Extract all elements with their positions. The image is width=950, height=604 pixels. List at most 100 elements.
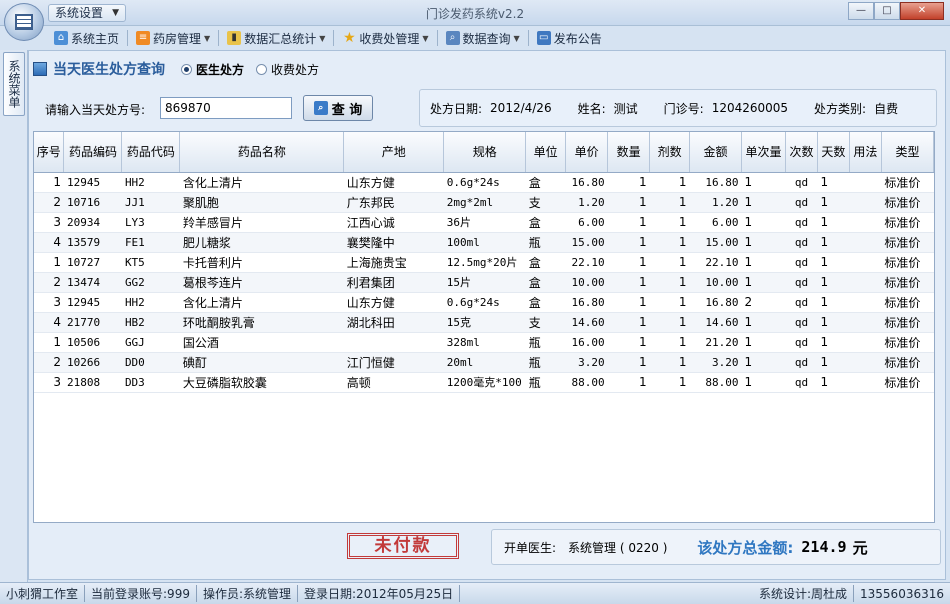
table-cell: 2	[34, 352, 64, 373]
status-login-date: 登录日期:2012年05月25日	[298, 585, 461, 602]
table-cell: 2	[741, 292, 786, 313]
status-phone: 13556036316	[860, 586, 944, 601]
table-cell: 1	[649, 212, 690, 233]
toolbar-label: 数据汇总统计	[244, 31, 317, 46]
column-header[interactable]: 产地	[343, 132, 445, 173]
table-row[interactable]: 4 13579 FE1 肥儿糖浆 襄樊隆中 100ml 瓶 15.00 1 1 15.00 1 qd 1 标…	[34, 232, 934, 253]
close-button[interactable]: ✕	[900, 2, 944, 20]
table-cell: 1	[649, 332, 690, 353]
table-row[interactable]: 2 13474 GG2 葛根芩连片 利君集团 15片盒 10.00 1 1 10.00 1 qd 1 标准…	[34, 272, 934, 293]
table-cell: FE1	[121, 232, 180, 253]
column-header[interactable]: 药品代码	[121, 132, 181, 173]
column-header[interactable]: 单位	[525, 132, 567, 173]
side-strip	[0, 50, 28, 582]
maximize-button[interactable]: □	[874, 2, 900, 20]
table-cell: 1	[817, 312, 850, 333]
column-header[interactable]: 药品名称	[179, 132, 345, 173]
toolbar-separator	[218, 30, 220, 46]
column-header[interactable]: 金额	[689, 132, 743, 173]
panel-title: 当天医生处方查询	[53, 62, 165, 78]
table-cell: 10266	[63, 352, 122, 373]
table-cell: 盒	[525, 292, 566, 313]
table-row[interactable]: 1 10506 GGJ 国公酒 328ml 瓶 16.00 1 1 21.20 1 qd 1 标准价	[34, 332, 934, 353]
column-header[interactable]: 药品编码	[63, 132, 123, 173]
toolbar-item-query[interactable]: ⌕ 数据查询 ▼	[440, 28, 526, 48]
table-cell: 标准价	[881, 372, 934, 393]
table-cell: 0.6g*24s	[443, 172, 526, 193]
toolbar-item-cashier[interactable]: ★ 收费处管理 ▼	[336, 28, 434, 48]
table-cell: 1	[817, 272, 850, 293]
main-toolbar: ⌂ 系统主页 ≡ 药房管理 ▼ ▮ 数据汇总统计 ▼ ★ 收费处管理 ▼ ⌕ 数…	[48, 27, 608, 49]
column-header[interactable]: 剂数	[649, 132, 691, 173]
search-icon: ⌕	[313, 101, 328, 115]
column-header[interactable]: 天数	[817, 132, 850, 173]
table-cell: 1200毫克*100	[443, 372, 526, 393]
app-menu-button[interactable]	[4, 3, 44, 41]
table-row[interactable]: 4 21770 HB2 环吡酮胺乳膏 湖北科田 15克支 14.60 1 1 14.60 1 qd 1 标…	[34, 312, 934, 333]
column-header[interactable]: 用法	[849, 132, 882, 173]
table-row[interactable]: 3 20934 LY3 羚羊感冒片 江西心诚 36片盒 6.00 1 1 6.00 1 qd 1 标准价	[34, 212, 934, 233]
toolbar-item-statistics[interactable]: ▮ 数据汇总统计 ▼	[221, 28, 331, 48]
table-cell: 1	[741, 352, 786, 373]
status-designer: 系统设计:周杜成	[753, 585, 855, 602]
table-cell: HH2	[121, 172, 180, 193]
table-cell: 2mg*2ml	[443, 192, 526, 213]
table-cell: 16.80	[565, 172, 608, 193]
column-header[interactable]: 类型	[881, 132, 934, 173]
table-cell: 0.6g*24s	[443, 292, 526, 313]
column-header[interactable]: 单次量	[741, 132, 786, 173]
column-header[interactable]: 次数	[785, 132, 818, 173]
table-cell: 1	[607, 332, 650, 353]
prescription-number-input[interactable]: 869870	[160, 97, 292, 119]
toolbar-item-pharmacy[interactable]: ≡ 药房管理 ▼	[130, 28, 216, 48]
table-cell: 1	[607, 192, 650, 213]
table-cell: GG2	[121, 272, 180, 293]
table-row[interactable]: 2 10716 JJ1 聚肌胞 广东邦民 2mg*2ml 支 1.20 1 1 1.20 1 qd 1 标准…	[34, 192, 934, 213]
table-cell: 1	[741, 172, 786, 193]
table-row[interactable]: 1 10727 KT5 卡托普利片 上海施贵宝 12.5mg*20片盒 22.10 1 1 22.…	[34, 252, 934, 273]
radio-doctor-prescription[interactable]: 医生处方	[181, 61, 244, 78]
table-row[interactable]: 3 12945 HH2 含化上清片 山东方健 0.6g*24s 盒 16.80 1 1 16.80 2…	[34, 292, 934, 313]
name-value: 测试	[613, 101, 638, 116]
table-cell: 1	[649, 232, 690, 253]
toolbar-item-announce[interactable]: ▭ 发布公告	[531, 28, 608, 48]
minimize-button[interactable]: —	[848, 2, 874, 20]
radio-unselected-icon	[256, 63, 268, 75]
query-button[interactable]: ⌕ 查 询	[303, 95, 373, 121]
table-row[interactable]: 3 21808 DD3 大豆磷脂软胶囊 高顿 1200毫克*100 瓶 88.00 1 1 88.0…	[34, 372, 934, 393]
table-row[interactable]: 1 12945 HH2 含化上清片 山东方健 0.6g*24s 盒 16.80 1 1 16.80 1…	[34, 172, 934, 193]
radio-charge-prescription[interactable]: 收费处方	[256, 61, 319, 78]
table-cell: 1	[607, 172, 650, 193]
table-cell: 100ml	[443, 232, 526, 253]
type-label: 处方类别:	[814, 101, 867, 116]
column-header[interactable]: 数量	[607, 132, 651, 173]
table-cell: 1	[649, 312, 690, 333]
table-cell: 2	[34, 272, 64, 293]
title-bar: 系统设置 ▼ 门诊发药系统v2.2 — □ ✕	[0, 0, 950, 26]
side-tab-system-menu[interactable]: 系统菜单	[3, 52, 25, 116]
chart-icon: ▮	[227, 31, 242, 45]
table-cell: 1	[607, 372, 650, 393]
table-cell: 卡托普利片	[179, 252, 344, 273]
column-header[interactable]: 单价	[565, 132, 609, 173]
table-cell: 高顿	[343, 372, 444, 393]
table-cell	[849, 272, 882, 293]
table-cell: 山东方健	[343, 172, 444, 193]
table-cell: 1	[741, 272, 786, 293]
column-header[interactable]: 规格	[443, 132, 527, 173]
table-cell: 瓶	[525, 232, 566, 253]
table-cell: GGJ	[121, 332, 180, 353]
table-cell	[849, 212, 882, 233]
app-menu-icon	[15, 14, 33, 30]
table-row[interactable]: 2 10266 DD0 碘酊 江门恒健 20ml 瓶 3.20 1 1 3.20 1 qd 1 标准价	[34, 352, 934, 373]
toolbar-separator	[333, 30, 335, 46]
table-cell: qd	[785, 292, 818, 313]
table-cell: 1	[741, 312, 786, 333]
column-header[interactable]: 序号	[34, 132, 65, 173]
toolbar-item-home[interactable]: ⌂ 系统主页	[48, 28, 125, 48]
doctor-value: 系统管理 ( 0220 )	[568, 540, 668, 555]
table-cell: 1	[817, 232, 850, 253]
query-button-label: 查 询	[331, 102, 363, 118]
table-cell: 瓶	[525, 352, 566, 373]
table-cell: 1	[817, 332, 850, 353]
